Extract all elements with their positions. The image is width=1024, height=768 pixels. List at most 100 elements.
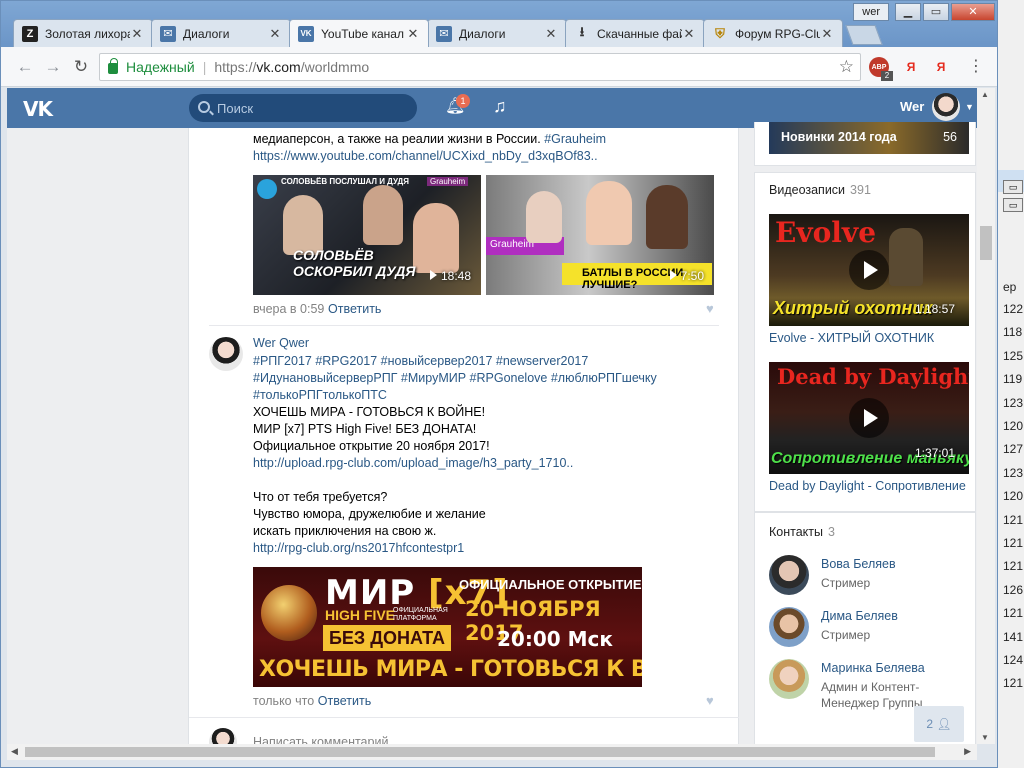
background-window-row: 124 — [1003, 653, 1024, 667]
close-icon[interactable]: ✕ — [268, 26, 282, 42]
close-icon[interactable]: ✕ — [544, 26, 558, 42]
album-title: Новинки 2014 года — [781, 130, 897, 144]
scrollbar-thumb[interactable] — [25, 747, 935, 757]
post-author-name[interactable]: Wer Qwer — [253, 336, 309, 350]
browser-window: ZЗолотая лихорадка✕ ✉Диалоги✕ VKYouTube … — [0, 0, 998, 768]
video-thumbnail[interactable]: Evolve Хитрый охотник 1:18:57 — [769, 214, 969, 326]
music-icon[interactable]: ♫ — [493, 96, 507, 117]
lock-icon — [108, 58, 118, 74]
play-icon[interactable] — [849, 398, 889, 438]
horizontal-scrollbar[interactable]: ◀ ▶ — [7, 744, 977, 760]
album-block: Новинки 2014 года 56 — [754, 122, 976, 166]
video-title[interactable]: Evolve - ХИТРЫЙ ОХОТНИК — [769, 331, 934, 345]
background-window-row: 121 — [1003, 536, 1024, 550]
hashtag-link[interactable]: #Grauheim — [544, 132, 606, 146]
close-icon[interactable]: ✕ — [682, 26, 696, 42]
yandex-icon[interactable]: Я — [931, 57, 951, 77]
chat-button[interactable]: 2 👤︎ — [914, 706, 964, 742]
user-name[interactable]: Wer — [900, 99, 924, 114]
scroll-up-icon[interactable]: ▲ — [981, 90, 989, 99]
post-link[interactable]: http://rpg-club.org/ns2017hfcontestpr1 — [253, 540, 464, 557]
tab-0[interactable]: Z Золотая лихорадка✕ — [13, 19, 153, 47]
contact-name[interactable]: Дима Беляев — [821, 609, 898, 623]
post-image-banner[interactable]: МИР [x7] HIGH FIVE ОФИЦИАЛЬНАЯ ПЛАТФОРМА… — [253, 567, 642, 687]
background-window-row: 123 — [1003, 465, 1024, 480]
close-icon[interactable]: ✕ — [820, 26, 834, 42]
reply-button[interactable]: Ответить — [318, 694, 371, 708]
contact-item[interactable]: Дима Беляев Стример — [769, 607, 969, 657]
post-link[interactable]: https://www.youtube.com/channel/UCXixd_n… — [253, 148, 598, 165]
vertical-scrollbar[interactable]: ▲ ▼ — [977, 88, 995, 744]
address-bar[interactable]: Надежный | https://vk.com/worldmmo ☆ — [99, 53, 861, 81]
avatar[interactable] — [209, 337, 243, 371]
contact-item[interactable]: Маринка Беляева Админ и Контент- Менеджер… — [769, 659, 969, 710]
hashtag-line[interactable]: #ИдунановыйсерверРПГ #МируМИР #RPGonelov… — [253, 370, 657, 387]
adblock-label: ABP — [871, 63, 887, 71]
profile-button[interactable]: wer — [853, 3, 889, 21]
background-window-button[interactable]: ▭ — [1003, 180, 1023, 194]
scrollbar-thumb[interactable] — [980, 226, 992, 260]
back-icon[interactable]: ← — [13, 55, 37, 79]
like-heart-icon[interactable]: ♥ — [706, 301, 714, 316]
post-divider — [209, 325, 719, 326]
avatar[interactable] — [769, 555, 809, 595]
background-window-row: 122 — [1003, 302, 1024, 316]
forward-icon[interactable]: → — [41, 55, 65, 79]
video-thumbnail[interactable]: Dead by Daylight Сопротивление маньяку 1… — [769, 362, 969, 474]
tab-1[interactable]: ✉ Диалоги ✕ — [151, 19, 291, 47]
video-title[interactable]: Dead by Daylight - Сопротивление — [769, 479, 966, 493]
close-icon[interactable]: ✕ — [130, 26, 144, 42]
scroll-left-icon[interactable]: ◀ — [11, 746, 18, 757]
videos-header[interactable]: Видеозаписи 391 — [769, 183, 871, 197]
tab-4[interactable]: ⭳ Скачанные файлы✕ — [565, 19, 705, 47]
avatar[interactable] — [769, 607, 809, 647]
like-heart-icon[interactable]: ♥ — [706, 693, 714, 708]
chevron-down-icon[interactable]: ▼ — [965, 102, 974, 112]
close-icon[interactable]: ✕ — [406, 26, 420, 42]
menu-icon[interactable]: ⋮ — [967, 57, 985, 77]
new-tab-button[interactable] — [845, 25, 883, 45]
close-window-button[interactable]: ✕ — [951, 3, 995, 21]
tab-favicon: ⛨ — [715, 25, 725, 41]
post-text-line: Официальное открытие 20 ноября 2017! — [253, 439, 490, 453]
comment-input[interactable]: Написать комментарий... — [253, 734, 399, 744]
background-window-row: 118 — [1003, 325, 1023, 340]
tab-2[interactable]: VK YouTube канал ✕ — [289, 19, 429, 47]
album-cover[interactable]: Новинки 2014 года 56 — [769, 122, 969, 154]
background-window-row: 121 — [1003, 676, 1024, 691]
tab-favicon: VK — [298, 25, 314, 42]
contacts-header[interactable]: Контакты 3 — [769, 525, 835, 539]
vk-logo-icon[interactable]: VK — [23, 97, 53, 121]
avatar[interactable] — [769, 659, 809, 699]
telegram-icon — [257, 179, 277, 199]
video-thumbnail[interactable]: СОЛОВЬЁВ ПОСЛУШАЛ И ДУДЯ Grauheim СОЛОВЬ… — [253, 175, 481, 295]
play-icon[interactable] — [849, 250, 889, 290]
yandex-icon[interactable]: Я — [901, 57, 921, 77]
contact-item[interactable]: Вова Беляев Стример — [769, 555, 969, 605]
videos-block: Видеозаписи 391 Evolve Хитрый охотник 1:1… — [754, 172, 976, 512]
minimize-button[interactable]: ▁ — [895, 3, 921, 21]
scroll-down-icon[interactable]: ▼ — [981, 733, 989, 742]
post-author[interactable]: Wer Qwer — [253, 335, 309, 352]
video-thumbnail[interactable]: Grauheim БАТЛЫ В РОССИИ ЛУЧШИЕ? 7:50 — [486, 175, 714, 295]
background-window-button[interactable]: ▭ — [1003, 198, 1023, 212]
hashtag-line[interactable]: #толькоРПГтолькоПТС — [253, 387, 387, 404]
contact-name[interactable]: Маринка Беляева — [821, 661, 925, 675]
contact-name[interactable]: Вова Беляев — [821, 557, 896, 571]
tab-5[interactable]: ⛨ Форум RPG-Club✕ — [703, 19, 843, 47]
tab-3[interactable]: ✉ Диалоги ✕ — [427, 19, 567, 47]
post-link[interactable]: http://upload.rpg-club.com/upload_image/… — [253, 455, 573, 472]
reload-icon[interactable]: ↻ — [69, 55, 93, 79]
notifications-badge: 1 — [456, 94, 470, 108]
scroll-right-icon[interactable]: ▶ — [964, 746, 971, 757]
reply-button[interactable]: Ответить — [328, 302, 381, 316]
background-window-row: 127 — [1003, 442, 1024, 457]
right-sidebar: Новинки 2014 года 56 Видеозаписи 391 Evol… — [754, 122, 976, 744]
url-host: vk.com — [256, 59, 301, 75]
bookmark-star-icon[interactable]: ☆ — [839, 57, 854, 77]
search-input[interactable]: Поиск — [189, 94, 417, 122]
avatar[interactable] — [932, 93, 960, 121]
maximize-button[interactable]: ▭ — [923, 3, 949, 21]
hashtag-line[interactable]: #РПГ2017 #RPG2017 #новыйсервер2017 #news… — [253, 353, 588, 370]
yandex-label: Я — [906, 60, 916, 74]
